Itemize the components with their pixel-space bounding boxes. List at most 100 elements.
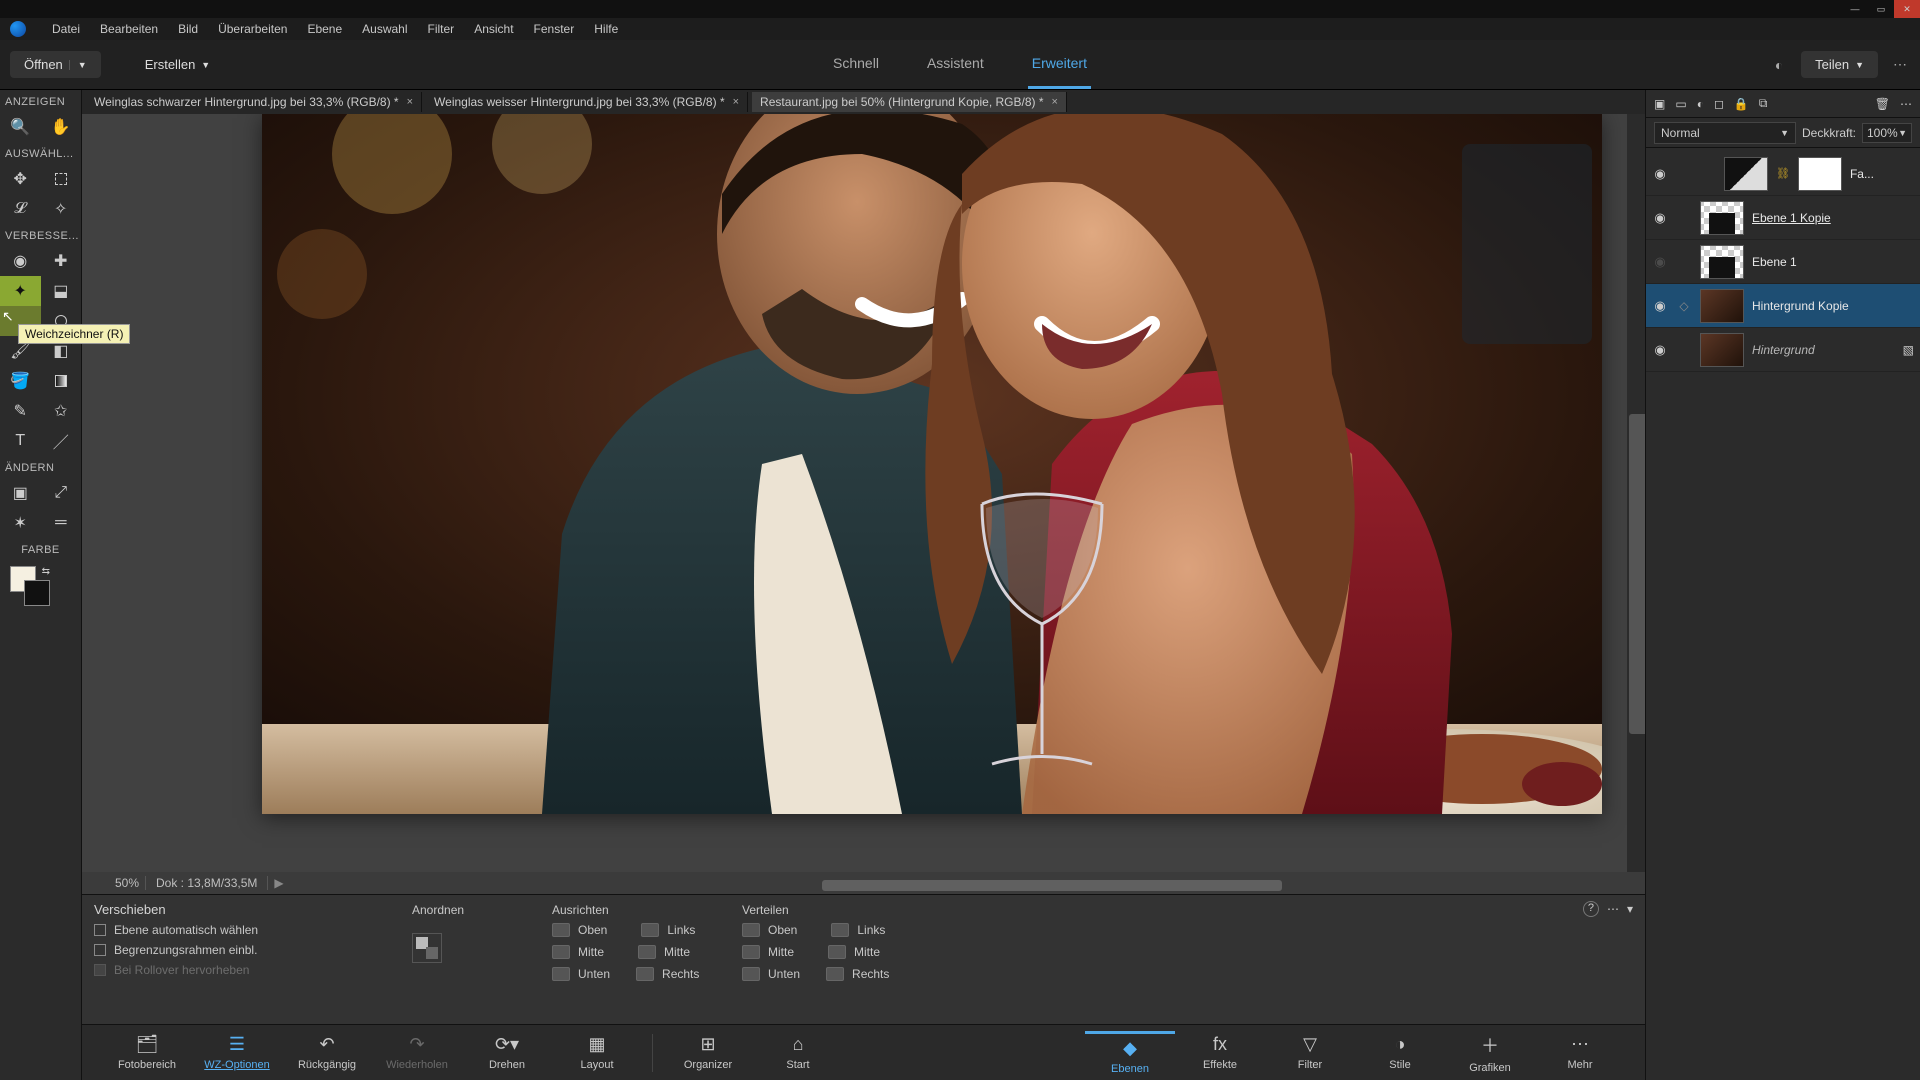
dock-fotobereich[interactable]: 🗂Fotobereich [102, 1034, 192, 1071]
align-vcenter-icon[interactable] [552, 945, 570, 959]
dock-wiederholen[interactable]: ↷Wiederholen [372, 1034, 462, 1071]
theme-toggle-icon[interactable]: ◐ [1769, 55, 1789, 75]
redeye-tool[interactable]: ◉ [0, 246, 41, 276]
layer-name[interactable]: Ebene 1 [1752, 255, 1914, 269]
menu-bild[interactable]: Bild [178, 22, 198, 36]
lock-indicator-icon[interactable]: ◇ [1676, 299, 1692, 313]
magic-wand-tool[interactable]: ✧ [41, 194, 82, 224]
layer-row[interactable]: ◉ ◇ Hintergrund Kopie [1646, 284, 1920, 328]
mode-schnell[interactable]: Schnell [829, 40, 883, 89]
color-swatches[interactable]: ⇆ [10, 566, 50, 606]
align-right-icon[interactable] [636, 967, 654, 981]
layer-name[interactable]: Hintergrund [1752, 343, 1895, 357]
link-layers-icon[interactable]: ⧉ [1759, 96, 1768, 111]
straighten-tool[interactable]: ═ [41, 508, 82, 538]
collapse-options-icon[interactable]: ▾ [1627, 902, 1633, 916]
visibility-toggle-icon[interactable]: ◉ [1652, 254, 1668, 270]
dock-effekte[interactable]: fxEffekte [1175, 1034, 1265, 1071]
more-icon[interactable]: ⋯ [1890, 55, 1910, 75]
distribute-vcenter-icon[interactable] [742, 945, 760, 959]
zoom-field[interactable]: 50% [86, 876, 146, 890]
type-tool[interactable]: T [0, 426, 41, 456]
close-tab-icon[interactable]: × [407, 96, 413, 108]
minimize-button[interactable]: — [1842, 0, 1868, 18]
distribute-right-icon[interactable] [826, 967, 844, 981]
dock-grafiken[interactable]: ＋Grafiken [1445, 1032, 1535, 1074]
dock-mehr[interactable]: ⋯Mehr [1535, 1034, 1625, 1071]
dock-layout[interactable]: ▦Layout [552, 1034, 642, 1071]
canvas-area[interactable] [82, 114, 1645, 872]
visibility-toggle-icon[interactable]: ◉ [1652, 342, 1668, 358]
align-top-icon[interactable] [552, 923, 570, 937]
shape-tool[interactable]: ✩ [41, 396, 82, 426]
layer-row[interactable]: ◉ ⛓ Fa... [1646, 152, 1920, 196]
create-button[interactable]: Erstellen ▼ [131, 51, 225, 78]
visibility-toggle-icon[interactable]: ◉ [1652, 166, 1668, 182]
panel-more-icon[interactable]: ⋯ [1900, 97, 1912, 111]
scrollbar-thumb[interactable] [1629, 414, 1645, 734]
hand-tool[interactable]: ✋ [41, 112, 82, 142]
dock-drehen[interactable]: ⟳▾Drehen [462, 1034, 552, 1071]
layer-mask-thumbnail[interactable] [1798, 157, 1842, 191]
blend-mode-select[interactable]: Normal ▼ [1654, 122, 1796, 144]
dock-wzoptionen[interactable]: ☰WZ-Optionen [192, 1034, 282, 1071]
distribute-bottom-icon[interactable] [742, 967, 760, 981]
lasso-tool[interactable]: 𝓛 [0, 194, 41, 224]
align-hcenter-icon[interactable] [638, 945, 656, 959]
marquee-tool[interactable] [41, 164, 82, 194]
layer-row[interactable]: ◉ Hintergrund ▧ [1646, 328, 1920, 372]
zoom-tool[interactable]: 🔍 [0, 112, 41, 142]
document-tab[interactable]: Weinglas schwarzer Hintergrund.jpg bei 3… [86, 92, 422, 112]
mode-assistent[interactable]: Assistent [923, 40, 988, 89]
recompose-tool[interactable]: ⤢ [41, 478, 82, 508]
crop-tool[interactable]: ▣ [0, 478, 41, 508]
layer-mask-icon[interactable]: ◻ [1714, 97, 1724, 111]
new-layer-icon[interactable]: ▣ [1654, 97, 1665, 111]
menu-fenster[interactable]: Fenster [534, 22, 575, 36]
layer-name[interactable]: Fa... [1850, 167, 1914, 181]
arrange-icon[interactable] [412, 933, 442, 963]
layer-row[interactable]: ◉ Ebene 1 Kopie [1646, 196, 1920, 240]
help-icon[interactable]: ? [1583, 901, 1599, 917]
adjustment-layer-icon[interactable]: ◐ [1697, 97, 1704, 111]
open-button[interactable]: Öffnen ▼ [10, 51, 101, 78]
dock-start[interactable]: ⌂Start [753, 1034, 843, 1071]
move-tool[interactable]: ✥ [0, 164, 41, 194]
dock-filter[interactable]: ▽Filter [1265, 1034, 1355, 1071]
vertical-scrollbar[interactable] [1627, 114, 1645, 872]
dock-ebenen[interactable]: ◆Ebenen [1085, 1031, 1175, 1075]
layer-name[interactable]: Ebene 1 Kopie [1752, 211, 1914, 225]
dock-organizer[interactable]: ⊞Organizer [663, 1034, 753, 1071]
close-window-button[interactable]: ✕ [1894, 0, 1920, 18]
visibility-toggle-icon[interactable]: ◉ [1652, 210, 1668, 226]
distribute-left-icon[interactable] [831, 923, 849, 937]
menu-ebene[interactable]: Ebene [307, 22, 342, 36]
spot-heal-tool[interactable]: ✚ [41, 246, 82, 276]
distribute-hcenter-icon[interactable] [828, 945, 846, 959]
layer-row[interactable]: ◉ Ebene 1 [1646, 240, 1920, 284]
lock-layer-icon[interactable]: 🔒 [1734, 97, 1749, 111]
swap-colors-icon[interactable]: ⇆ [42, 566, 50, 577]
menu-filter[interactable]: Filter [428, 22, 455, 36]
smart-brush-tool[interactable]: ✦ [0, 276, 41, 306]
eyedropper-tool[interactable]: ✎ [0, 396, 41, 426]
pencil-tool[interactable]: ／ [41, 426, 82, 456]
menu-bearbeiten[interactable]: Bearbeiten [100, 22, 158, 36]
delete-layer-icon[interactable]: 🗑 [1875, 97, 1890, 111]
document-tab[interactable]: Weinglas weisser Hintergrund.jpg bei 33,… [426, 92, 748, 112]
blur-tool[interactable]: ↖ Weichzeichner (R) [0, 306, 41, 336]
menu-ueberarbeiten[interactable]: Überarbeiten [218, 22, 287, 36]
mode-erweitert[interactable]: Erweitert [1028, 40, 1091, 89]
menu-ansicht[interactable]: Ansicht [474, 22, 513, 36]
background-color-swatch[interactable] [24, 580, 50, 606]
visibility-toggle-icon[interactable]: ◉ [1652, 298, 1668, 314]
opacity-field[interactable]: 100% ▼ [1862, 123, 1912, 143]
distribute-top-icon[interactable] [742, 923, 760, 937]
close-tab-icon[interactable]: × [1052, 96, 1058, 108]
menu-auswahl[interactable]: Auswahl [362, 22, 407, 36]
status-chevron-icon[interactable]: ▶ [268, 876, 289, 890]
gradient-tool[interactable] [41, 366, 82, 396]
align-bottom-icon[interactable] [552, 967, 570, 981]
close-tab-icon[interactable]: × [733, 96, 739, 108]
document-tab[interactable]: Restaurant.jpg bei 50% (Hintergrund Kopi… [752, 92, 1067, 112]
